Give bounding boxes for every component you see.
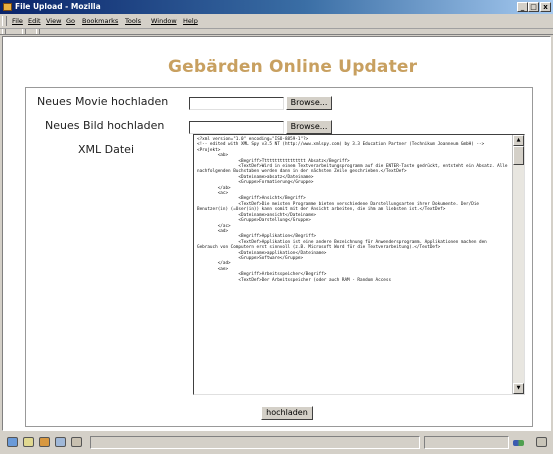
menu-window[interactable]: Window	[151, 16, 177, 26]
upload-form-panel: Neues Movie hochladen Browse... Neues Bi…	[25, 87, 533, 427]
window-title: File Upload - Mozilla	[15, 2, 101, 11]
menu-help[interactable]: Help	[183, 16, 198, 26]
image-upload-label: Neues Bild hochladen	[45, 119, 165, 132]
toolbar-grip[interactable]	[2, 29, 6, 34]
upload-submit-button[interactable]: hochladen	[261, 406, 313, 420]
address-book-icon[interactable]	[55, 437, 66, 447]
movie-browse-button[interactable]: Browse...	[286, 96, 332, 110]
image-file-input[interactable]	[189, 121, 284, 134]
xml-content: <?xml version="1.0" encoding="ISO-8859-1…	[197, 137, 508, 283]
toolbar-grip[interactable]	[22, 29, 26, 34]
xml-scrollbar[interactable]: ▲ ▼	[512, 135, 524, 394]
maximize-button[interactable]: □	[528, 2, 539, 12]
xml-file-label: XML Datei	[78, 143, 134, 156]
menu-tools[interactable]: Tools	[125, 16, 141, 26]
mail-icon[interactable]	[23, 437, 34, 447]
menu-file[interactable]: File	[12, 16, 23, 26]
chat-icon[interactable]	[71, 437, 82, 447]
image-browse-button[interactable]: Browse...	[286, 120, 332, 134]
menu-edit[interactable]: Edit	[28, 16, 41, 26]
menu-bookmarks[interactable]: Bookmarks	[82, 16, 118, 26]
scroll-up-icon[interactable]: ▲	[513, 135, 524, 146]
status-text-field	[90, 436, 420, 449]
menu-view[interactable]: View	[46, 16, 61, 26]
scroll-thumb[interactable]	[513, 146, 524, 165]
menu-go[interactable]: Go	[66, 16, 75, 26]
page-title: Gebärden Online Updater	[168, 57, 418, 77]
composer-icon[interactable]	[39, 437, 50, 447]
movie-file-input[interactable]	[189, 97, 284, 110]
close-button[interactable]: x	[540, 2, 551, 12]
scroll-down-icon[interactable]: ▼	[513, 383, 524, 394]
page-content: Gebärden Online Updater Neues Movie hoch…	[2, 36, 551, 431]
collapsed-toolbar	[0, 29, 553, 35]
toolbar-grip[interactable]	[36, 29, 40, 34]
online-icon[interactable]	[513, 440, 524, 446]
toolbar-grip[interactable]	[2, 16, 7, 26]
window-titlebar[interactable]: File Upload - Mozilla _ □ x	[0, 0, 553, 14]
navigator-icon[interactable]	[7, 437, 18, 447]
progress-field	[424, 436, 509, 449]
security-icon[interactable]	[536, 437, 547, 447]
minimize-button[interactable]: _	[517, 2, 528, 12]
xml-textarea[interactable]: <?xml version="1.0" encoding="ISO-8859-1…	[193, 134, 525, 395]
menu-bar: File Edit View Go Bookmarks Tools Window…	[0, 14, 553, 29]
movie-upload-label: Neues Movie hochladen	[37, 95, 169, 108]
mozilla-app-icon	[3, 3, 12, 11]
status-bar	[0, 432, 553, 454]
